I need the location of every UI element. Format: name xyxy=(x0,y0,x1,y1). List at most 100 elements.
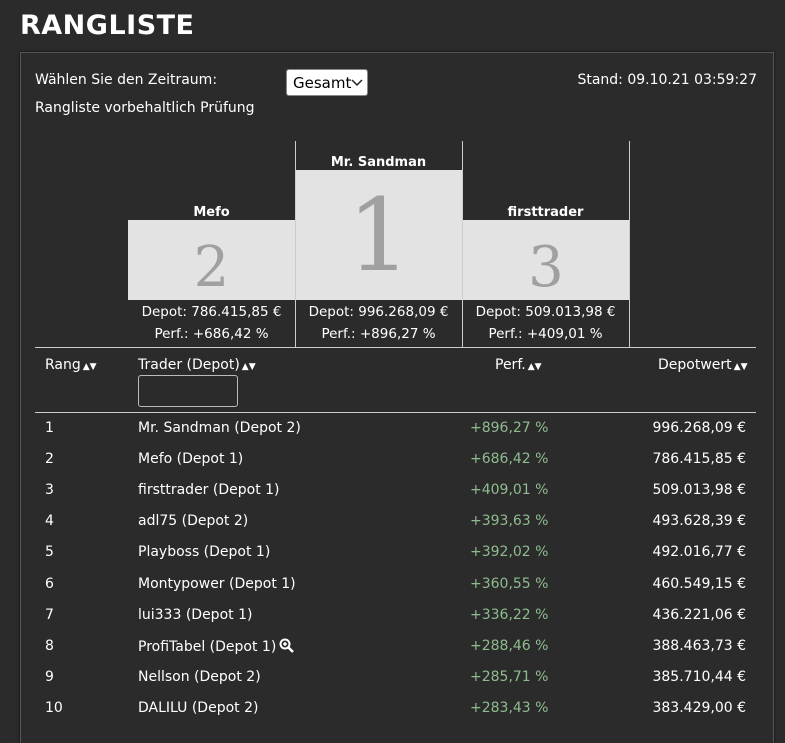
header-perf[interactable]: Perf. ▲▼ xyxy=(495,357,542,373)
table-row: 7 lui333 (Depot 1) +336,22 % 436.221,06 € xyxy=(21,607,771,638)
depot-cell-text: 493.628,39 € xyxy=(652,513,746,530)
trader-cell[interactable]: ProfiTabel (Depot 1) xyxy=(138,638,295,657)
depot-cell: 996.268,09 € xyxy=(652,420,746,436)
table-row: 5 Playboss (Depot 1) +392,02 % 492.016,77 € xyxy=(21,544,771,575)
perf-cell-text: +336,22 % xyxy=(470,606,549,623)
podium-second-depot: Depot: 786.415,85 € xyxy=(141,304,282,320)
trader-cell[interactable]: DALILU (Depot 2) xyxy=(138,700,258,716)
podium-first-place: 1 xyxy=(347,177,411,294)
rank-cell: 7 xyxy=(45,607,54,623)
table-row: 10 DALILU (Depot 2) +283,43 % 383.429,00 € xyxy=(21,700,771,731)
trader-cell[interactable]: firsttrader (Depot 1) xyxy=(138,482,280,498)
trader-cell-text: Montypower (Depot 1) xyxy=(138,575,296,592)
perf-cell: +285,71 % xyxy=(470,669,548,685)
period-label: Wählen Sie den Zeitraum: xyxy=(35,72,218,88)
table-row: 1 Mr. Sandman (Depot 2) +896,27 % 996.268,0… xyxy=(21,420,771,451)
trader-filter-input[interactable] xyxy=(138,375,238,407)
trader-cell[interactable]: adl75 (Depot 2) xyxy=(138,513,248,529)
podium-third-name[interactable]: firsttrader xyxy=(462,205,629,220)
perf-cell: +360,55 % xyxy=(470,576,548,592)
rank-cell: 6 xyxy=(45,576,54,592)
podium-divider xyxy=(629,141,630,347)
rank-cell-text: 10 xyxy=(45,699,63,716)
header-depot-label: Depotwert xyxy=(658,357,732,373)
timestamp: Stand: 09.10.21 03:59:27 xyxy=(577,72,757,88)
perf-cell: +392,02 % xyxy=(470,544,548,560)
depot-cell-text: 786.415,85 € xyxy=(652,451,746,468)
rank-cell: 1 xyxy=(45,420,54,436)
trader-cell[interactable]: Playboss (Depot 1) xyxy=(138,544,270,560)
rank-cell-text: 2 xyxy=(45,451,54,468)
perf-cell: +288,46 % xyxy=(470,638,548,654)
period-select-value: Gesamt xyxy=(293,73,352,92)
trader-cell-text: Nellson (Depot 2) xyxy=(138,668,261,685)
podium-second-perf: Perf.: +686,42 % xyxy=(154,326,269,342)
rank-cell-text: 7 xyxy=(45,606,54,623)
depot-cell: 460.549,15 € xyxy=(652,576,746,592)
depot-cell: 786.415,85 € xyxy=(652,451,746,467)
depot-cell: 509.013,98 € xyxy=(652,482,746,498)
podium-first-depot: Depot: 996.268,09 € xyxy=(308,304,449,320)
table-row: 3 firsttrader (Depot 1) +409,01 % 509.013,9… xyxy=(21,482,771,513)
podium-third-info: Depot: 509.013,98 € Perf.: +409,01 % xyxy=(462,301,629,345)
perf-cell-text: +283,43 % xyxy=(470,699,549,716)
trader-cell-text: DALILU (Depot 2) xyxy=(138,699,259,716)
depot-cell: 493.628,39 € xyxy=(652,513,746,529)
podium-third-block: 3 xyxy=(463,220,629,300)
podium-third-depot: Depot: 509.013,98 € xyxy=(475,304,616,320)
period-select[interactable]: Gesamt xyxy=(286,69,368,96)
depot-cell-text: 509.013,98 € xyxy=(652,482,746,499)
rank-cell-text: 3 xyxy=(45,482,54,499)
header-rank-label: Rang xyxy=(45,357,81,373)
table-row: 8 ProfiTabel (Depot 1) +288,46 % 388.463,73… xyxy=(21,638,771,669)
perf-cell-text: +896,27 % xyxy=(470,420,549,436)
table-row: 9 Nellson (Depot 2) +285,71 % 385.710,44 € xyxy=(21,669,771,700)
header-trader-label: Trader (Depot) xyxy=(138,357,240,373)
table-row: 6 Montypower (Depot 1) +360,55 % 460.549,15… xyxy=(21,576,771,607)
header-depot[interactable]: Depotwert ▲▼ xyxy=(658,357,748,373)
depot-cell: 383.429,00 € xyxy=(652,700,746,716)
rank-cell: 3 xyxy=(45,482,54,498)
perf-cell-text: +285,71 % xyxy=(470,668,549,685)
page-title: RANGLISTE xyxy=(20,10,195,41)
trader-cell[interactable]: Mefo (Depot 1) xyxy=(138,451,243,467)
table-row: 2 Mefo (Depot 1) +686,42 % 786.415,85 € xyxy=(21,451,771,482)
rank-cell: 5 xyxy=(45,544,54,560)
perf-cell: +896,27 % xyxy=(470,420,548,436)
podium-third-perf: Perf.: +409,01 % xyxy=(488,326,603,342)
trader-cell-text: ProfiTabel (Depot 1) xyxy=(138,638,277,655)
podium-first-name[interactable]: Mr. Sandman xyxy=(295,155,462,170)
trader-cell-text: firsttrader (Depot 1) xyxy=(138,482,280,499)
sort-icon: ▲▼ xyxy=(733,362,748,372)
podium-second-name[interactable]: Mefo xyxy=(128,205,295,220)
magnifier-plus-icon[interactable] xyxy=(279,638,295,657)
perf-cell: +686,42 % xyxy=(470,451,548,467)
trader-cell-text: Playboss (Depot 1) xyxy=(138,544,271,561)
header-rank[interactable]: Rang ▲▼ xyxy=(45,357,97,373)
sort-icon: ▲▼ xyxy=(527,362,542,372)
trader-cell[interactable]: Montypower (Depot 1) xyxy=(138,576,296,592)
depot-cell-text: 996.268,09 € xyxy=(652,420,746,436)
perf-cell-text: +360,55 % xyxy=(470,575,549,592)
trader-cell[interactable]: Nellson (Depot 2) xyxy=(138,669,261,685)
header-perf-label: Perf. xyxy=(495,357,526,373)
rank-cell-text: 4 xyxy=(45,513,54,530)
perf-cell-text: +392,02 % xyxy=(470,544,549,561)
table-top-divider xyxy=(35,347,756,348)
trader-cell[interactable]: Mr. Sandman (Depot 2) xyxy=(138,420,301,436)
podium-first-info: Depot: 996.268,09 € Perf.: +896,27 % xyxy=(295,301,462,345)
depot-cell: 492.016,77 € xyxy=(652,544,746,560)
trader-cell[interactable]: lui333 (Depot 1) xyxy=(138,607,252,623)
depot-cell-text: 460.549,15 € xyxy=(652,575,746,592)
podium-first-perf: Perf.: +896,27 % xyxy=(321,326,436,342)
header-trader[interactable]: Trader (Depot) ▲▼ xyxy=(138,357,256,373)
rank-cell-text: 8 xyxy=(45,637,54,654)
table-row: 4 adl75 (Depot 2) +393,63 % 493.628,39 € xyxy=(21,513,771,544)
perf-cell: +409,01 % xyxy=(470,482,548,498)
podium-first-block: 1 xyxy=(296,170,462,300)
rank-cell: 2 xyxy=(45,451,54,467)
rank-cell-text: 9 xyxy=(45,668,54,685)
podium-second-info: Depot: 786.415,85 € Perf.: +686,42 % xyxy=(128,301,295,345)
depot-cell: 436.221,06 € xyxy=(652,607,746,623)
disclaimer: Rangliste vorbehaltlich Prüfung xyxy=(35,100,255,116)
